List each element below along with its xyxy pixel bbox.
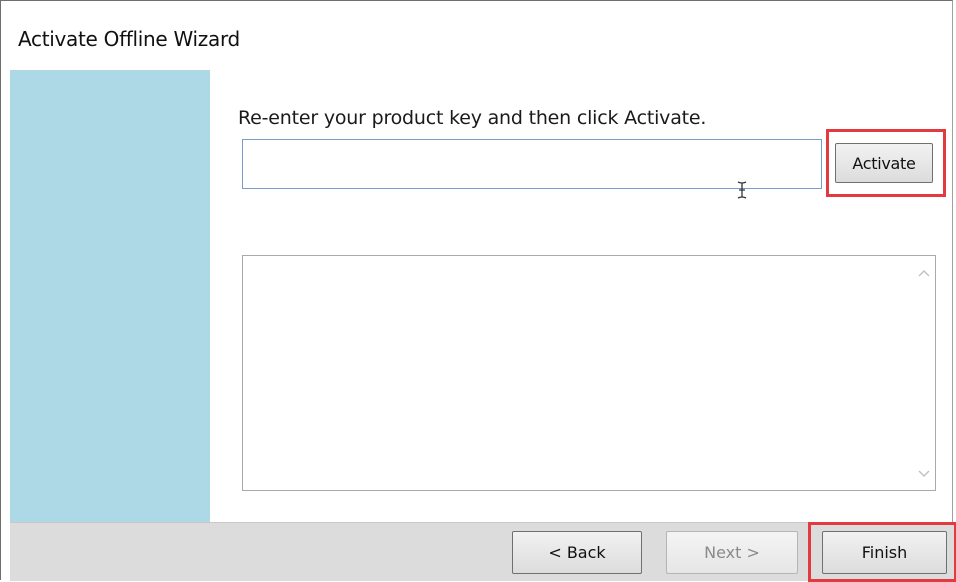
finish-button[interactable]: Finish — [822, 531, 947, 574]
scroll-down-icon[interactable] — [918, 470, 930, 478]
window-title: Activate Offline Wizard — [18, 27, 240, 51]
next-button[interactable]: Next > — [666, 531, 798, 574]
text-cursor-icon — [737, 181, 747, 199]
activate-offline-wizard-window: Activate Offline Wizard Re-enter your pr… — [0, 0, 956, 582]
activation-result-box[interactable] — [242, 255, 936, 491]
side-panel — [10, 70, 210, 522]
scroll-up-icon[interactable] — [918, 269, 930, 277]
vertical-scrollbar[interactable] — [913, 256, 935, 490]
back-button[interactable]: < Back — [512, 531, 642, 574]
wizard-footer — [10, 522, 954, 581]
instruction-text: Re-enter your product key and then click… — [238, 107, 707, 129]
activate-button[interactable]: Activate — [835, 143, 933, 183]
